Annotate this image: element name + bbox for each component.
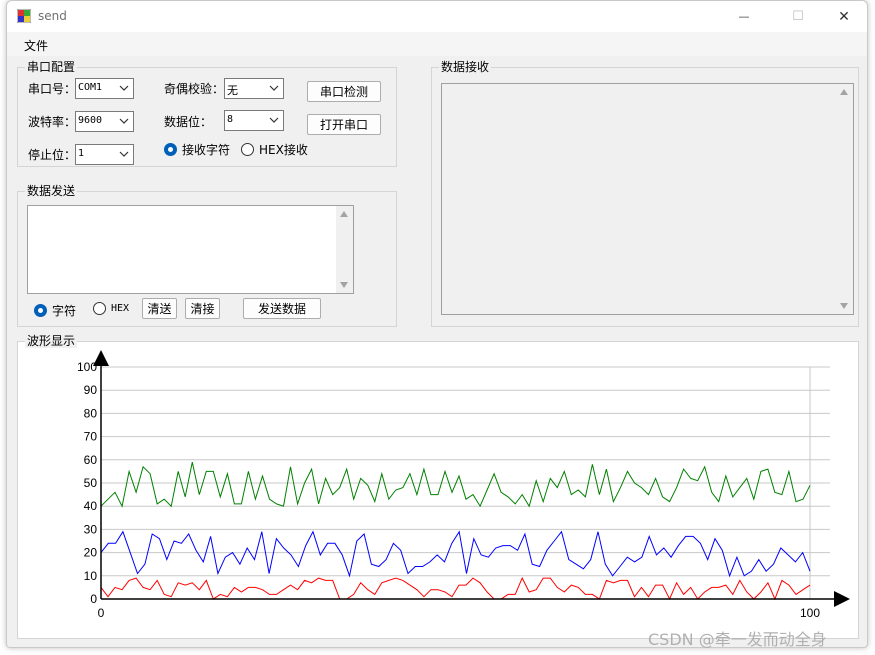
send-hex-label: HEX (111, 303, 130, 314)
y-tick-label: 60 (84, 453, 98, 467)
stop-label: 停止位： (28, 148, 77, 162)
send-data-button[interactable]: 发送数据 (243, 298, 321, 319)
baud-value: 9600 (78, 115, 103, 126)
baud-select[interactable]: 9600 (75, 111, 134, 132)
maximize-icon: ☐ (792, 9, 804, 24)
recv-hex-label: HEX接收 (259, 143, 308, 157)
stop-select[interactable]: 1 (75, 144, 134, 165)
receive-textarea[interactable] (441, 83, 854, 315)
app-icon (17, 9, 31, 23)
send-char-label: 字符 (52, 304, 77, 318)
series-line-1 (100, 530, 811, 578)
open-port-button[interactable]: 打开串口 (307, 114, 381, 135)
menu-file[interactable]: 文件 (24, 37, 48, 54)
y-tick-label: 80 (84, 406, 98, 420)
radio-selected-icon (34, 304, 47, 317)
databits-label: 数据位： (164, 115, 213, 129)
send-scrollbar[interactable] (336, 206, 353, 293)
menu-bar: 文件 (7, 32, 867, 56)
receive-scrollbar[interactable] (836, 84, 853, 314)
send-char-radio[interactable]: 字符 (34, 302, 76, 319)
baud-label: 波特率： (28, 115, 77, 129)
parity-label: 奇偶校验： (164, 82, 225, 96)
title-bar: send — ☐ ✕ (7, 1, 867, 32)
port-label: 串口号： (28, 82, 77, 96)
port-select[interactable]: COM1 (75, 78, 134, 99)
port-value: COM1 (78, 82, 103, 93)
recv-hex-radio[interactable]: HEX接收 (241, 141, 308, 158)
y-tick-label: 100 (77, 360, 97, 374)
watermark-text: CSDN @牵一发而动全身 (648, 630, 827, 649)
y-tick-label: 10 (84, 569, 98, 583)
x-tick-label: 0 (98, 606, 105, 620)
radio-selected-icon (164, 143, 177, 156)
maximize-button[interactable]: ☐ (775, 1, 821, 32)
y-tick-label: 70 (84, 430, 98, 444)
parity-value: 无 (227, 84, 238, 97)
serial-config-group: 串口配置 串口号： COM1 波特率： 9600 停止位： 1 奇偶校验： 无 … (17, 60, 397, 167)
app-window: send — ☐ ✕ 文件 串口配置 串口号： COM1 波特率： 9600 停… (6, 0, 868, 648)
data-receive-group: 数据接收 (431, 60, 859, 327)
clear-send-button[interactable]: 清送 (142, 298, 177, 319)
databits-value: 8 (227, 114, 234, 125)
chevron-down-icon (119, 118, 129, 124)
stop-value: 1 (78, 148, 85, 159)
minimize-icon: — (738, 10, 750, 23)
recv-char-label: 接收字符 (182, 143, 231, 157)
data-send-title: 数据发送 (25, 184, 78, 198)
clear-receive-button[interactable]: 清接 (185, 298, 220, 319)
send-textarea[interactable] (27, 205, 354, 294)
waveform-title: 波形显示 (25, 334, 78, 348)
y-tick-label: 50 (84, 476, 98, 490)
y-tick-label: 40 (84, 499, 98, 513)
radio-unselected-icon (241, 143, 254, 156)
y-tick-label: 30 (84, 522, 98, 536)
close-button[interactable]: ✕ (821, 1, 867, 32)
chevron-down-icon (119, 151, 129, 157)
data-send-group: 数据发送 字符 HEX 清送 清接 发送数据 (17, 184, 397, 327)
chevron-down-icon (119, 85, 129, 91)
y-tick-label: 90 (84, 383, 98, 397)
x-axis-arrow-icon (834, 591, 850, 607)
close-icon: ✕ (838, 8, 850, 25)
minimize-button[interactable]: — (721, 1, 767, 32)
window-title: send (38, 9, 67, 23)
series-line-2 (100, 576, 811, 601)
radio-unselected-icon (93, 302, 106, 315)
y-tick-label: 20 (84, 546, 98, 560)
serial-config-title: 串口配置 (25, 60, 78, 74)
series-line-0 (100, 461, 811, 508)
databits-select[interactable]: 8 (224, 110, 284, 131)
send-hex-radio[interactable]: HEX (93, 302, 129, 315)
y-tick-label: 0 (90, 592, 97, 606)
chevron-down-icon (269, 117, 279, 123)
x-tick-label: 100 (800, 606, 820, 620)
chevron-down-icon (269, 85, 279, 91)
y-axis-arrow-icon (93, 350, 109, 366)
waveform-chart: 0 10 20 30 40 50 60 70 80 90 100 0 100 (77, 350, 850, 620)
scroll-up-icon[interactable] (840, 89, 848, 95)
detect-port-button[interactable]: 串口检测 (307, 81, 381, 102)
scroll-down-icon[interactable] (340, 282, 348, 288)
parity-select[interactable]: 无 (224, 78, 284, 99)
scroll-up-icon[interactable] (340, 211, 348, 217)
scroll-down-icon[interactable] (840, 303, 848, 309)
recv-char-radio[interactable]: 接收字符 (164, 141, 230, 158)
data-receive-title: 数据接收 (439, 60, 492, 74)
